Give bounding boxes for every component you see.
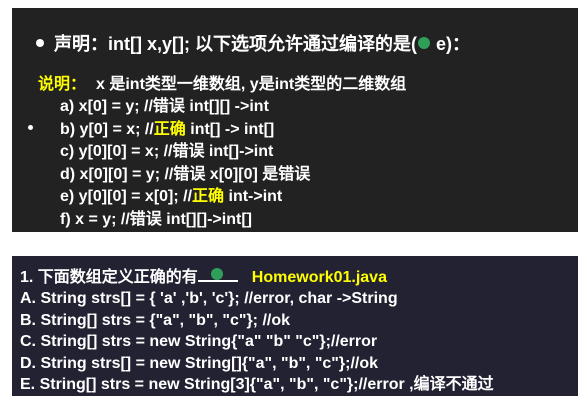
cursor-marker-icon (417, 37, 430, 50)
homework-title-prefix: 1. 下面数组定义正确的有 (20, 269, 198, 286)
homework-line-d: D. String strs[] = new String[]{"a", "b"… (20, 354, 378, 372)
option-d-code: d) x[0][0] = y; //错误 x[0][0] 是错误 (60, 165, 311, 183)
note-label: 说明： (38, 76, 87, 93)
option-e-rest: int->int (224, 188, 283, 205)
note-line: 说明： x 是int类型一维数组, y是int类型的二维数组 (38, 74, 406, 96)
option-b-code: b) y[0] = x; // (60, 120, 154, 138)
option-b-highlight: 正确 (153, 120, 186, 138)
top-panel: 声明：int[] x,y[]; 以下选项允许通过编译的是(b e)： 说明： x … (12, 8, 578, 232)
note-text: x 是int类型一维数组, y是int类型的二维数组 (96, 76, 407, 93)
option-d: d) x[0][0] = y; //错误 x[0][0] 是错误 (60, 164, 310, 187)
option-b-rest: int[] -> int[] (185, 120, 275, 138)
option-c: c) y[0][0] = x; //错误 int[]->int (60, 141, 310, 164)
homework-line-b: B. String[] strs = {"a", "b", "c"}; //ok (20, 311, 291, 329)
option-e: e) y[0][0] = x[0]; //正确 int->int (60, 186, 310, 209)
option-b: b) y[0] = x; //正确 int[] -> int[] (60, 119, 310, 142)
question-line: 声明：int[] x,y[]; 以下选项允许通过编译的是(b e)： (36, 32, 470, 56)
homework-line-e: E. String[] strs = new String[3]{"a", "b… (20, 376, 494, 393)
small-bullet-icon (28, 125, 33, 130)
homework-line-c: C. String[] strs = new String{"a" "b" "c… (20, 333, 378, 350)
homework-lines: A. String strs[] = { 'a' ,'b', 'c'}; //e… (20, 288, 494, 396)
homework-title: 1. 下面数组定义正确的有 Homework01.java (20, 266, 387, 288)
option-a: a) x[0] = y; //错误 int[][] ->int (60, 96, 310, 119)
option-e-highlight: 正确 (192, 188, 225, 205)
homework-file-name: Homework01.java (251, 269, 387, 286)
question-suffix: e)： (430, 34, 470, 54)
option-f: f) x = y; //错误 int[][]->int[] (60, 209, 310, 232)
homework-line-a: A. String strs[] = { 'a' ,'b', 'c'}; //e… (20, 290, 398, 307)
homework-panel: 1. 下面数组定义正确的有 Homework01.java A. String s… (12, 256, 578, 396)
bullet-icon (36, 39, 44, 48)
cursor-marker-icon (210, 268, 223, 280)
option-a-code: a) x[0] = y; //错误 int[][] ->int (60, 98, 269, 115)
option-c-code: c) y[0][0] = x; //错误 int[]->int (60, 143, 274, 160)
option-e-code: e) y[0][0] = x[0]; // (60, 188, 193, 205)
answer-blank (197, 266, 238, 282)
option-list: a) x[0] = y; //错误 int[][] ->int b) y[0] … (60, 96, 310, 231)
question-prefix: 声明：int[] x,y[]; 以下选项允许通过编译的是( (54, 34, 417, 54)
option-f-code: f) x = y; //错误 int[][]->int[] (60, 210, 252, 228)
